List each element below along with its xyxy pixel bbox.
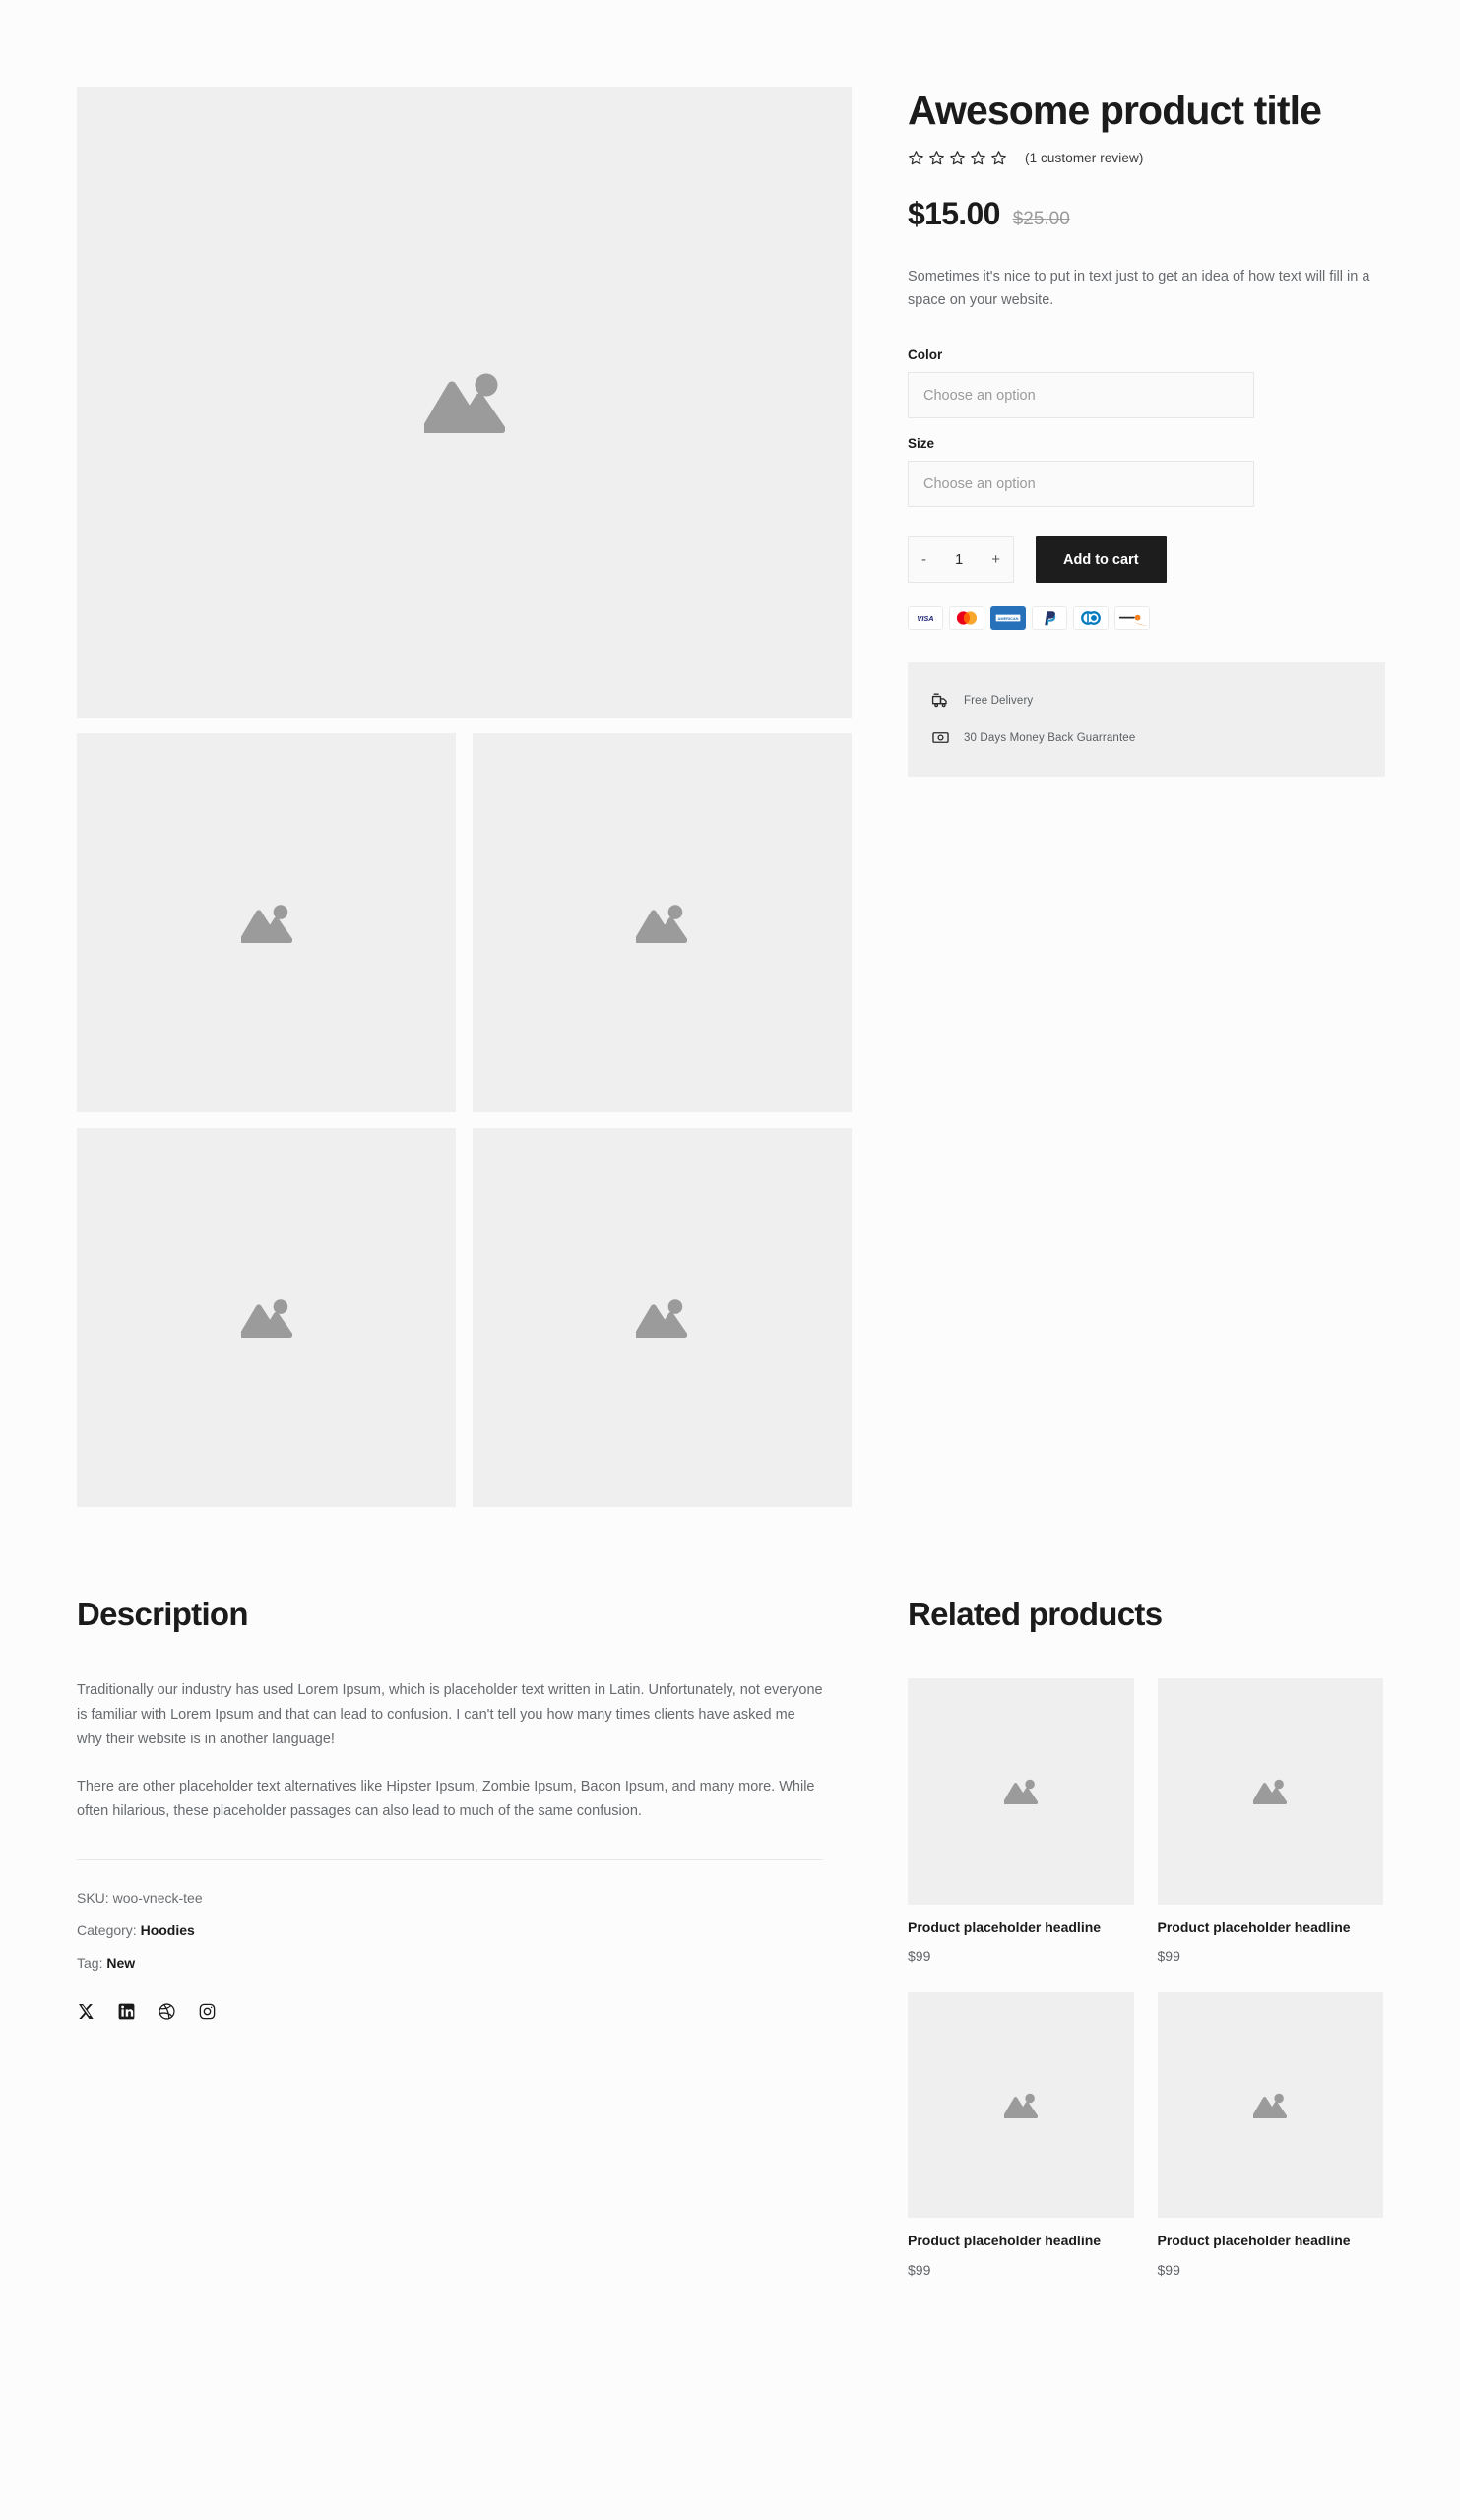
product-main-image[interactable] (77, 87, 852, 718)
quantity-value: 1 (955, 551, 964, 568)
quantity-increment-button[interactable]: + (991, 552, 1000, 567)
mastercard-icon (949, 606, 984, 631)
related-product-price: $99 (908, 1947, 931, 1964)
instagram-icon[interactable] (198, 2002, 217, 2021)
social-share-links (77, 2002, 852, 2021)
related-product-name[interactable]: Product placeholder headline (908, 2232, 1134, 2250)
sku-label: SKU: (77, 1889, 109, 1906)
related-products: Related products Product placeholder hea… (908, 1596, 1383, 2278)
star-outline-icon (908, 150, 924, 166)
product-perks: Free Delivery 30 Days Money Back Guarran… (908, 662, 1385, 778)
delivery-truck-icon (931, 691, 951, 711)
category-label: Category: (77, 1922, 137, 1938)
related-product-name[interactable]: Product placeholder headline (1158, 2232, 1384, 2250)
attribute-color: Color Choose an option (908, 347, 1385, 419)
quantity-stepper[interactable]: - 1 + (908, 536, 1014, 584)
product-details-section: Description Traditionally our industry h… (0, 1596, 1460, 2278)
attribute-size: Size Choose an option (908, 436, 1385, 508)
product-info: Awesome product title (1 customer review… (908, 87, 1385, 778)
original-price: $25.00 (1012, 209, 1070, 230)
attribute-label-color: Color (908, 347, 943, 363)
sku-value: woo-vneck-tee (112, 1889, 203, 1906)
related-product-name[interactable]: Product placeholder headline (1158, 1919, 1384, 1937)
cart-row: - 1 + Add to cart (908, 536, 1385, 584)
product-category: Category: Hoodies (77, 1922, 852, 1938)
svg-text:VISA: VISA (917, 614, 933, 623)
related-product-image[interactable] (908, 1678, 1134, 1905)
related-product-card[interactable]: Product placeholder headline $99 (908, 1991, 1134, 2278)
product-thumbnail[interactable] (472, 733, 852, 1112)
page-title: Awesome product title (908, 88, 1322, 133)
product-tag: Tag: New (77, 1955, 852, 1971)
description-paragraph: There are other placeholder text alterna… (77, 1778, 815, 1819)
discover-icon (1114, 606, 1150, 631)
description-heading: Description (77, 1596, 249, 1632)
related-product-image[interactable] (1157, 1991, 1383, 2219)
image-placeholder-icon (1003, 1779, 1038, 1804)
image-placeholder-icon (636, 904, 687, 943)
category-value[interactable]: Hoodies (141, 1922, 195, 1938)
star-outline-icon (928, 150, 945, 166)
paypal-icon (1032, 606, 1067, 631)
image-placeholder-icon (1003, 2093, 1038, 2118)
payment-methods: VISA AMERICANEXPRESS (908, 606, 1385, 631)
perk-money-back: 30 Days Money Back Guarrantee (931, 720, 1362, 757)
linkedin-icon[interactable] (117, 2002, 136, 2021)
money-back-icon (931, 728, 951, 748)
image-placeholder-icon (1253, 1779, 1288, 1804)
color-select[interactable]: Choose an option (908, 372, 1254, 419)
related-product-card[interactable]: Product placeholder headline $99 (908, 1678, 1134, 1964)
product-summary-section: Awesome product title (1 customer review… (0, 0, 1460, 1507)
meta-divider (77, 1858, 823, 1860)
image-placeholder-icon (240, 904, 292, 943)
price-row: $15.00 $25.00 (908, 196, 1385, 232)
description-column: Description Traditionally our industry h… (77, 1596, 852, 2021)
diners-club-icon (1073, 606, 1109, 631)
related-product-price: $99 (908, 2261, 931, 2278)
related-products-heading: Related products (908, 1596, 1163, 1632)
star-outline-icon (990, 150, 1007, 166)
related-product-card[interactable]: Product placeholder headline $99 (1157, 1678, 1384, 1964)
perk-label: 30 Days Money Back Guarrantee (964, 732, 1136, 745)
image-placeholder-icon (240, 1298, 292, 1338)
related-product-price: $99 (1157, 1947, 1180, 1964)
related-product-image[interactable] (1157, 1678, 1383, 1905)
tag-label: Tag: (77, 1954, 103, 1971)
description-paragraph: Traditionally our industry has used Lore… (77, 1682, 823, 1747)
tag-value[interactable]: New (106, 1955, 135, 1971)
attribute-label-size: Size (908, 436, 935, 452)
star-rating[interactable] (908, 150, 1007, 166)
short-description: Sometimes it's nice to put in text just … (908, 269, 1370, 308)
perk-free-delivery: Free Delivery (931, 682, 1362, 720)
product-page: Awesome product title (1 customer review… (0, 0, 1460, 2520)
product-sku: SKU: woo-vneck-tee (77, 1890, 852, 1906)
related-products-grid: Product placeholder headline $99 Product… (908, 1678, 1383, 2278)
product-thumbnail[interactable] (77, 1128, 456, 1507)
product-gallery (77, 87, 852, 1507)
customer-review-link[interactable]: (1 customer review) (1025, 151, 1143, 165)
add-to-cart-button[interactable]: Add to cart (1036, 536, 1167, 584)
size-select[interactable]: Choose an option (908, 461, 1254, 508)
image-placeholder-icon (423, 372, 505, 433)
related-product-name[interactable]: Product placeholder headline (908, 1919, 1134, 1937)
rating-row: (1 customer review) (908, 150, 1385, 166)
star-outline-icon (970, 150, 986, 166)
product-thumbnail[interactable] (77, 733, 456, 1112)
quantity-decrement-button[interactable]: - (921, 552, 926, 567)
product-thumbnail[interactable] (472, 1128, 852, 1507)
current-price: $15.00 (908, 196, 1000, 232)
related-product-card[interactable]: Product placeholder headline $99 (1157, 1991, 1384, 2278)
image-placeholder-icon (636, 1298, 687, 1338)
x-twitter-icon[interactable] (77, 2002, 95, 2021)
related-product-image[interactable] (908, 1991, 1134, 2219)
dribbble-icon[interactable] (158, 2002, 176, 2021)
visa-icon: VISA (908, 606, 943, 631)
perk-label: Free Delivery (964, 695, 1034, 708)
image-placeholder-icon (1253, 2093, 1288, 2118)
product-thumbnail-grid (77, 733, 852, 1507)
related-product-price: $99 (1157, 2261, 1180, 2278)
amex-icon: AMERICANEXPRESS (990, 606, 1026, 631)
star-outline-icon (949, 150, 966, 166)
